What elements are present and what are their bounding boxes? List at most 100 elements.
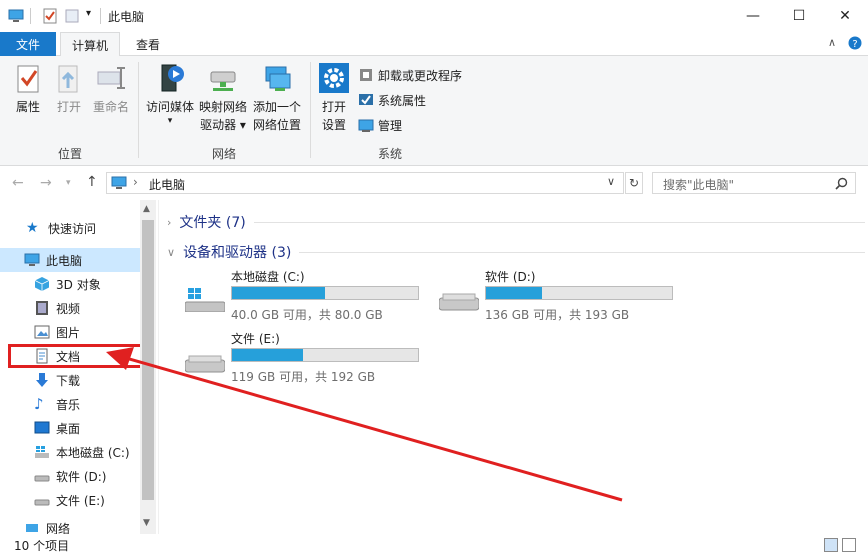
capacity-fill <box>486 287 542 299</box>
cube-3d-icon <box>34 277 50 291</box>
nav-item-3d-objects[interactable]: 3D 对象 <box>0 272 140 296</box>
properties-label: 属性 <box>15 100 40 114</box>
title-bar: ▾ 此电脑 — ☐ ✕ <box>0 0 868 32</box>
folders-group-header[interactable]: › 文件夹 (7) <box>167 212 865 232</box>
scroll-down-icon[interactable]: ▼ <box>143 518 150 528</box>
media-server-icon <box>161 64 184 92</box>
access-media-button[interactable]: 访问媒体 ▾ <box>144 62 196 126</box>
map-network-drive-button[interactable]: 映射网络 驱动器 ▾ <box>196 62 250 134</box>
nav-scrollbar[interactable]: ▲ ▼ <box>140 200 156 534</box>
capacity-fill <box>232 287 325 299</box>
drive-capacity-text: 136 GB 可用，共 193 GB <box>485 308 630 322</box>
nav-item-files-e[interactable]: 文件 (E:) <box>0 488 140 512</box>
uninstall-label: 卸载或更改程序 <box>378 68 463 83</box>
system-properties-button[interactable]: 系统属性 <box>358 90 426 110</box>
properties-icon <box>17 65 39 93</box>
add-location-label-2: 网络位置 <box>252 118 301 132</box>
scrollbar-thumb[interactable] <box>142 220 154 500</box>
computer-icon <box>111 176 127 189</box>
download-arrow-icon <box>36 373 48 387</box>
drive-icon <box>34 499 50 506</box>
chevron-down-icon[interactable]: ∨ <box>607 175 615 188</box>
open-settings-button[interactable]: 打开 设置 <box>316 62 352 134</box>
system-properties-icon <box>359 94 373 105</box>
picture-icon <box>34 325 50 339</box>
ribbon-tabs: 文件 计算机 查看 ∧ ? <box>0 32 868 57</box>
tab-file[interactable]: 文件 <box>0 32 56 56</box>
breadcrumb-this-pc[interactable]: 此电脑 <box>149 176 185 193</box>
capacity-bar <box>485 286 673 300</box>
nav-item-software-d[interactable]: 软件 (D:) <box>0 464 140 488</box>
uninstall-programs-button[interactable]: 卸载或更改程序 <box>358 65 462 85</box>
computer-icon[interactable] <box>8 8 24 24</box>
map-drive-label-1: 映射网络 <box>198 100 247 114</box>
nav-label: 图片 <box>56 325 81 340</box>
search-placeholder: 搜索"此电脑" <box>663 178 735 192</box>
network-icon <box>26 524 38 532</box>
close-button[interactable]: ✕ <box>822 0 868 32</box>
chevron-up-icon[interactable]: ∧ <box>828 36 836 49</box>
system-properties-label: 系统属性 <box>378 93 427 108</box>
drive-tile-c[interactable]: 本地磁盘 (C:) 40.0 GB 可用，共 80.0 GB <box>179 268 429 328</box>
drive-capacity-text: 40.0 GB 可用，共 80.0 GB <box>231 308 383 322</box>
minimize-button[interactable]: — <box>730 0 776 32</box>
capacity-bar <box>231 286 419 300</box>
properties-check-icon[interactable] <box>42 8 58 24</box>
nav-quick-access[interactable]: ★ 快速访问 <box>0 216 140 240</box>
drive-name: 文件 (E:) <box>231 332 280 346</box>
drive-name: 软件 (D:) <box>485 270 536 284</box>
up-button[interactable]: ↑ <box>86 174 98 190</box>
nav-label: 桌面 <box>56 421 81 436</box>
properties-button[interactable]: 属性 <box>10 62 46 116</box>
new-folder-icon[interactable] <box>64 8 80 24</box>
nav-item-desktop[interactable]: 桌面 <box>0 416 140 440</box>
settings-gear-icon <box>319 63 349 93</box>
scroll-up-icon[interactable]: ▲ <box>143 204 150 214</box>
music-note-icon: ♪ <box>34 395 44 413</box>
recent-locations-dropdown-icon[interactable]: ▾ <box>66 178 71 188</box>
nav-item-music[interactable]: ♪ 音乐 <box>0 392 140 416</box>
computer-icon <box>24 253 40 266</box>
drive-tile-e[interactable]: 文件 (E:) 119 GB 可用，共 192 GB <box>179 330 429 390</box>
nav-this-pc[interactable]: 此电脑 <box>0 248 140 272</box>
nav-label: 本地磁盘 (C:) <box>56 445 130 460</box>
nav-item-pictures[interactable]: 图片 <box>0 320 140 344</box>
rename-button[interactable]: 重命名 <box>92 62 130 116</box>
star-icon: ★ <box>26 220 39 236</box>
nav-label: 视频 <box>56 301 81 316</box>
manage-button[interactable]: 管理 <box>358 115 402 135</box>
breadcrumb-separator[interactable]: › <box>133 175 138 189</box>
drive-tile-d[interactable]: 软件 (D:) 136 GB 可用，共 193 GB <box>433 268 683 328</box>
divider <box>100 8 101 24</box>
add-network-location-button[interactable]: 添加一个 网络位置 <box>250 62 304 134</box>
nav-network[interactable]: 网络 <box>0 520 140 534</box>
large-icons-view-button[interactable] <box>842 538 856 552</box>
chevron-down-icon: ∨ <box>167 245 176 259</box>
refresh-button[interactable]: ↻ <box>625 172 643 194</box>
uninstall-icon <box>360 69 372 81</box>
search-icon[interactable] <box>835 177 848 190</box>
tab-computer[interactable]: 计算机 <box>60 32 120 57</box>
maximize-button[interactable]: ☐ <box>776 0 822 32</box>
drive-icon <box>185 355 225 373</box>
group-label-system: 系统 <box>378 147 403 161</box>
item-count: 10 个项目 <box>14 539 70 553</box>
tab-view[interactable]: 查看 <box>124 32 172 56</box>
svg-text:?: ? <box>852 39 857 50</box>
open-button[interactable]: 打开 <box>54 62 84 116</box>
devices-group-header[interactable]: ∨ 设备和驱动器 (3) <box>167 242 865 262</box>
details-view-button[interactable] <box>824 538 838 552</box>
nav-item-downloads[interactable]: 下载 <box>0 368 140 392</box>
forward-button[interactable]: → <box>40 175 52 191</box>
devices-header-label: 设备和驱动器 (3) <box>183 245 292 261</box>
status-bar: 10 个项目 <box>0 534 868 556</box>
search-input[interactable]: 搜索"此电脑" <box>652 172 856 194</box>
customize-qat-dropdown-icon[interactable]: ▾ <box>86 8 91 19</box>
help-icon[interactable]: ? <box>848 36 862 50</box>
nav-item-local-disk-c[interactable]: 本地磁盘 (C:) <box>0 440 140 464</box>
address-bar[interactable]: › 此电脑 ∨ <box>106 172 624 194</box>
add-location-label-1: 添加一个 <box>252 100 301 114</box>
back-button[interactable]: ← <box>12 175 24 191</box>
nav-item-videos[interactable]: 视频 <box>0 296 140 320</box>
network-drive-icon <box>210 71 236 91</box>
